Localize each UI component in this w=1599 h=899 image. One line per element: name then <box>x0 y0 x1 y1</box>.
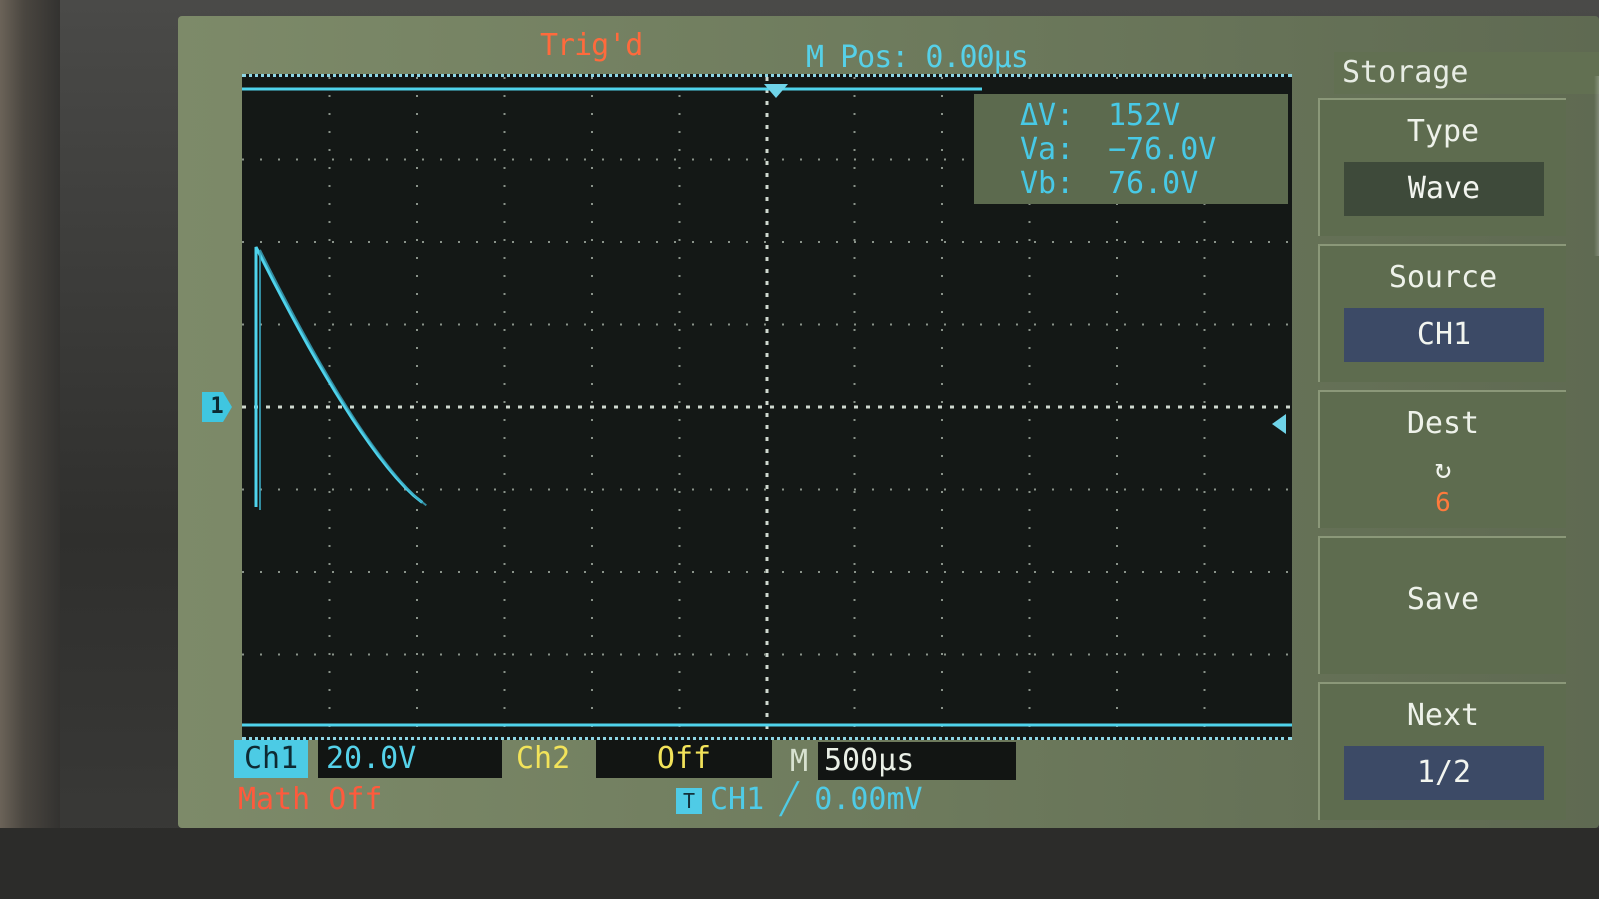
trigger-icon: T <box>676 787 702 814</box>
menu-item-next[interactable]: Next 1/2 <box>1318 682 1566 820</box>
menu-title: Storage <box>1334 52 1599 94</box>
menu-item-label: Source <box>1388 260 1498 295</box>
ch1-waveform <box>254 246 424 507</box>
va-value: −76.0V <box>1108 132 1217 167</box>
ch1-waveform-ghost <box>259 249 427 510</box>
math-status: Math Off <box>238 782 383 817</box>
m-pos-readout: M Pos: 0.00µs <box>806 40 1029 75</box>
delta-v-label: ΔV: <box>1020 98 1075 133</box>
menu-item-value: 1/2 <box>1344 746 1544 800</box>
trigger-level: 0.00mV <box>814 782 923 817</box>
trigger-info: T CH1 ╱ 0.00mV <box>676 782 923 817</box>
timebase-label: M <box>790 744 809 779</box>
delta-v-value: 152V <box>1108 98 1181 133</box>
menu-item-value: CH1 <box>1344 308 1544 362</box>
ch1-scale: 20.0V <box>318 740 502 778</box>
menu-item-label: Save <box>1406 582 1480 617</box>
vb-value: 76.0V <box>1108 166 1199 201</box>
menu-item-source[interactable]: Source CH1 <box>1318 244 1566 382</box>
trigger-position-marker <box>764 84 788 98</box>
delta-v-row: ΔV: 152V <box>974 98 1274 133</box>
va-label: Va: <box>1020 132 1075 167</box>
menu-item-value: Wave <box>1344 162 1544 216</box>
ch1-label[interactable]: Ch1 <box>234 740 309 778</box>
vb-row: Vb: 76.0V <box>974 166 1274 201</box>
menu-item-label: Type <box>1406 114 1480 149</box>
menu-item-label: Dest <box>1406 406 1480 441</box>
oscilloscope-screen: Trig'd M Pos: 0.00µs 1 ΔV: 152V Va: −76.… <box>178 16 1599 828</box>
ch2-label[interactable]: Ch2 <box>516 740 570 778</box>
rotate-knob-icon: ↻ <box>1434 452 1452 485</box>
menu-item-label: Next <box>1406 698 1480 733</box>
trigger-level-marker <box>1272 414 1286 434</box>
rising-edge-icon: ╱ <box>780 782 799 817</box>
ch2-scale: Off <box>596 740 772 778</box>
bezel-edge <box>0 0 60 899</box>
cursor-measurement-box: ΔV: 152V Va: −76.0V Vb: 76.0V <box>974 94 1288 204</box>
va-row: Va: −76.0V <box>974 132 1274 167</box>
trigger-status: Trig'd <box>540 28 643 63</box>
trigger-source: CH1 <box>710 782 765 817</box>
timebase-value: 500µs <box>818 742 1016 780</box>
bezel-bottom <box>0 828 1599 899</box>
ch1-ground-marker: 1 <box>202 392 232 422</box>
vb-label: Vb: <box>1020 166 1075 201</box>
menu-item-dest[interactable]: Dest ↻ 6 <box>1318 390 1566 528</box>
screen-glare <box>1594 76 1599 256</box>
menu-item-save[interactable]: Save <box>1318 536 1566 674</box>
dest-slot-number: 6 <box>1435 488 1451 518</box>
menu-item-type[interactable]: Type Wave <box>1318 98 1566 236</box>
storage-menu: Storage Type Wave Source CH1 Dest ↻ 6 Sa… <box>1318 46 1599 826</box>
